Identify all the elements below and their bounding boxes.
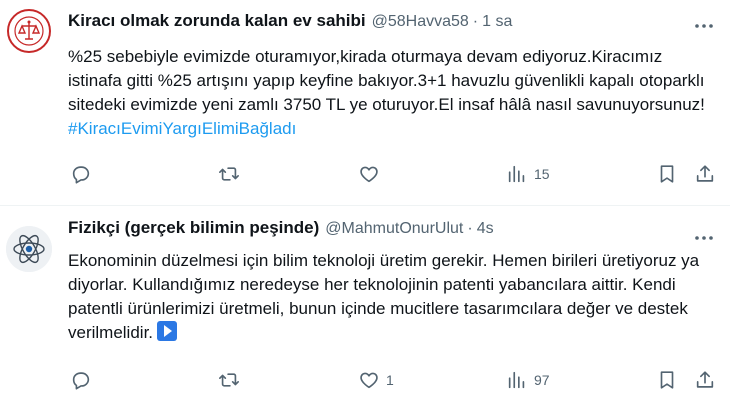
bookmark-icon (660, 371, 674, 389)
display-name[interactable]: Fizikçi (gerçek bilimin peşinde) (68, 218, 319, 238)
user-handle[interactable]: @MahmutOnurUlut (325, 220, 463, 238)
tweet-text: Ekonominin düzelmesi için bilim teknoloj… (68, 249, 718, 345)
retweet-icon (219, 373, 239, 387)
action-bar: 1 97 (60, 363, 720, 397)
avatar[interactable] (6, 226, 52, 272)
bookmark-button[interactable] (656, 363, 678, 397)
like-icon (360, 372, 378, 389)
reply-icon (72, 372, 90, 390)
separator-dot: · (467, 220, 473, 237)
retweet-button[interactable] (218, 363, 246, 397)
views-icon (508, 371, 525, 389)
more-icon[interactable] (692, 226, 716, 250)
tweet-header: Fizikçi (gerçek bilimin peşinde) @Mahmut… (68, 218, 494, 238)
atom-icon (6, 226, 52, 272)
like-button[interactable]: 1 (358, 363, 394, 397)
timeline-feed: Kiracı olmak zorunda kalan ev sahibi @58… (0, 0, 730, 420)
reply-button[interactable] (70, 363, 98, 397)
share-button[interactable] (694, 363, 716, 397)
views-count: 97 (534, 372, 550, 388)
like-count: 1 (386, 372, 394, 388)
timestamp[interactable]: 4s (477, 220, 494, 238)
play-icon (157, 321, 178, 341)
tweet[interactable]: Fizikçi (gerçek bilimin peşinde) @Mahmut… (0, 0, 730, 420)
views-button[interactable]: 97 (506, 363, 550, 397)
share-icon (696, 371, 714, 388)
